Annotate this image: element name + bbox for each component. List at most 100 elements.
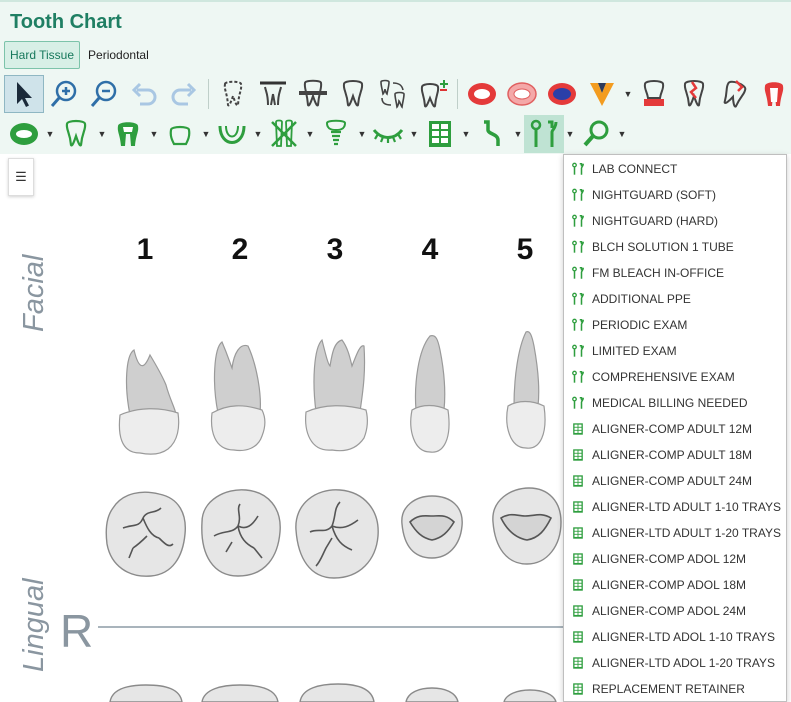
orange-flag-dropdown-caret[interactable]: ▼ bbox=[622, 75, 634, 113]
dropdown-item[interactable]: LIMITED EXAM bbox=[564, 338, 786, 364]
implant-button[interactable] bbox=[316, 115, 356, 153]
crown-root-icon bbox=[643, 80, 665, 106]
cross-teeth-button[interactable] bbox=[264, 115, 304, 153]
fracture-tooth-button[interactable] bbox=[674, 75, 714, 113]
arch-dropdown-caret[interactable]: ▼ bbox=[252, 115, 264, 153]
probe-dropdown-caret[interactable]: ▼ bbox=[512, 115, 524, 153]
tooth-1-occlusal[interactable] bbox=[103, 488, 189, 580]
tooth-5-occlusal[interactable] bbox=[489, 486, 563, 568]
dropdown-item[interactable]: ALIGNER-LTD ADOL 1-10 TRAYS bbox=[564, 624, 786, 650]
lab-tools-icon bbox=[570, 213, 586, 229]
search-tools-button[interactable] bbox=[576, 115, 616, 153]
tooth-3-occlusal[interactable] bbox=[290, 486, 382, 582]
grid-panel-button[interactable] bbox=[420, 115, 460, 153]
broken-tooth-button[interactable] bbox=[714, 75, 754, 113]
dropdown-item[interactable]: ALIGNER-COMP ADOL 18M bbox=[564, 572, 786, 598]
tooth-3-lingual[interactable] bbox=[296, 682, 378, 702]
search-tools-dropdown-caret[interactable]: ▼ bbox=[616, 115, 628, 153]
crown-dark-button[interactable] bbox=[108, 115, 148, 153]
zoom-in-button[interactable] bbox=[44, 75, 84, 113]
probe-button[interactable] bbox=[472, 115, 512, 153]
tooth-2-occlusal[interactable] bbox=[196, 486, 286, 582]
grid-panel-dropdown-caret[interactable]: ▼ bbox=[460, 115, 472, 153]
root-canal-button[interactable] bbox=[754, 75, 791, 113]
tooth-4-occlusal[interactable] bbox=[398, 494, 466, 560]
tooth-4-lingual[interactable] bbox=[402, 686, 462, 702]
dropdown-item[interactable]: REPLACEMENT RETAINER bbox=[564, 676, 786, 701]
dropdown-item[interactable]: ALIGNER-COMP ADULT 18M bbox=[564, 442, 786, 468]
tooth-1-facial[interactable] bbox=[110, 345, 190, 460]
tooth-small-button[interactable] bbox=[160, 115, 200, 153]
tooth-5-facial[interactable] bbox=[498, 328, 558, 454]
grid-panel-icon bbox=[570, 473, 586, 489]
undo-button[interactable] bbox=[124, 75, 164, 113]
extraction-button[interactable] bbox=[253, 75, 293, 113]
redo-button[interactable] bbox=[164, 75, 204, 113]
tooth-3-facial[interactable] bbox=[298, 336, 378, 458]
dropdown-item-label: ALIGNER-LTD ADOL 1-20 TRAYS bbox=[592, 656, 775, 670]
tooth-2-facial[interactable] bbox=[200, 338, 280, 458]
crown-dark-dropdown-caret[interactable]: ▼ bbox=[148, 115, 160, 153]
list-toggle-button[interactable]: ☰ bbox=[8, 158, 34, 196]
dropdown-item[interactable]: ALIGNER-COMP ADULT 12M bbox=[564, 416, 786, 442]
dropdown-item[interactable]: PERIODIC EXAM bbox=[564, 312, 786, 338]
dropdown-item[interactable]: NIGHTGUARD (SOFT) bbox=[564, 182, 786, 208]
lab-tools-button[interactable] bbox=[524, 115, 564, 153]
orange-flag-button[interactable] bbox=[582, 75, 622, 113]
tooth-outline-button[interactable] bbox=[333, 75, 373, 113]
sealant-dropdown-caret[interactable]: ▼ bbox=[44, 115, 56, 153]
tooth-1-lingual[interactable] bbox=[106, 683, 186, 702]
crown-root-button[interactable] bbox=[634, 75, 674, 113]
page-title: Tooth Chart bbox=[10, 11, 122, 33]
dropdown-item[interactable]: ALIGNER-LTD ADOL 1-20 TRAYS bbox=[564, 650, 786, 676]
dropdown-item-label: ALIGNER-COMP ADOL 18M bbox=[592, 578, 747, 592]
dropdown-item-label: REPLACEMENT RETAINER bbox=[592, 682, 745, 696]
cross-teeth-dropdown-caret[interactable]: ▼ bbox=[304, 115, 316, 153]
zoom-out-button[interactable] bbox=[84, 75, 124, 113]
missing-tooth-button[interactable] bbox=[213, 75, 253, 113]
implant-dropdown-caret[interactable]: ▼ bbox=[356, 115, 368, 153]
dropdown-item[interactable]: ALIGNER-COMP ADULT 24M bbox=[564, 468, 786, 494]
dropdown-item[interactable]: ADDITIONAL PPE bbox=[564, 286, 786, 312]
tooth-small-dropdown-caret[interactable]: ▼ bbox=[200, 115, 212, 153]
tooth-5-lingual[interactable] bbox=[500, 688, 560, 702]
blue-filling-button[interactable] bbox=[542, 75, 582, 113]
dropdown-item[interactable]: ALIGNER-LTD ADULT 1-10 TRAYS bbox=[564, 494, 786, 520]
dropdown-item[interactable]: ALIGNER-LTD ADULT 1-20 TRAYS bbox=[564, 520, 786, 546]
dropdown-item[interactable]: LAB CONNECT bbox=[564, 156, 786, 182]
dropdown-item-label: ALIGNER-COMP ADULT 18M bbox=[592, 448, 753, 462]
tooth-swap-button[interactable] bbox=[373, 75, 413, 113]
tab-periodontal[interactable]: Periodontal bbox=[82, 41, 155, 69]
tooth-green-dropdown-caret[interactable]: ▼ bbox=[96, 115, 108, 153]
dropdown-item[interactable]: MEDICAL BILLING NEEDED bbox=[564, 390, 786, 416]
eyelash-button[interactable] bbox=[368, 115, 408, 153]
tab-hard-tissue[interactable]: Hard Tissue bbox=[4, 41, 81, 69]
dropdown-item[interactable]: FM BLEACH IN-OFFICE bbox=[564, 260, 786, 286]
arch-button[interactable] bbox=[212, 115, 252, 153]
lab-tools-dropdown-caret[interactable]: ▼ bbox=[564, 115, 576, 153]
extraction-icon bbox=[260, 81, 286, 106]
dropdown-item[interactable]: BLCH SOLUTION 1 TUBE bbox=[564, 234, 786, 260]
tooth-green-button[interactable] bbox=[56, 115, 96, 153]
dropdown-item[interactable]: ALIGNER-COMP ADOL 12M bbox=[564, 546, 786, 572]
lab-tools-icon bbox=[570, 187, 586, 203]
lab-tools-dropdown-menu: LAB CONNECT NIGHTGUARD (SOFT) NIGHTGUARD (… bbox=[563, 154, 787, 702]
pink-filling-button[interactable] bbox=[502, 75, 542, 113]
tooth-2-lingual[interactable] bbox=[198, 683, 282, 702]
dropdown-list: LAB CONNECT NIGHTGUARD (SOFT) NIGHTGUARD (… bbox=[564, 155, 786, 701]
lab-tools-icon bbox=[570, 343, 586, 359]
tab-bar: Hard Tissue Periodontal bbox=[4, 41, 155, 69]
red-filling-button[interactable] bbox=[462, 75, 502, 113]
tooth-4-facial[interactable] bbox=[400, 330, 460, 458]
grid-panel-icon bbox=[570, 551, 586, 567]
eyelash-icon bbox=[372, 128, 404, 143]
bridge-button[interactable] bbox=[293, 75, 333, 113]
eyelash-dropdown-caret[interactable]: ▼ bbox=[408, 115, 420, 153]
sealant-button[interactable] bbox=[4, 115, 44, 153]
select-pointer-button[interactable] bbox=[4, 75, 44, 113]
dropdown-item[interactable]: NIGHTGUARD (HARD) bbox=[564, 208, 786, 234]
lab-tools-icon bbox=[570, 291, 586, 307]
dropdown-item[interactable]: COMPREHENSIVE EXAM bbox=[564, 364, 786, 390]
dropdown-item[interactable]: ALIGNER-COMP ADOL 24M bbox=[564, 598, 786, 624]
tooth-add-button[interactable] bbox=[413, 75, 453, 113]
